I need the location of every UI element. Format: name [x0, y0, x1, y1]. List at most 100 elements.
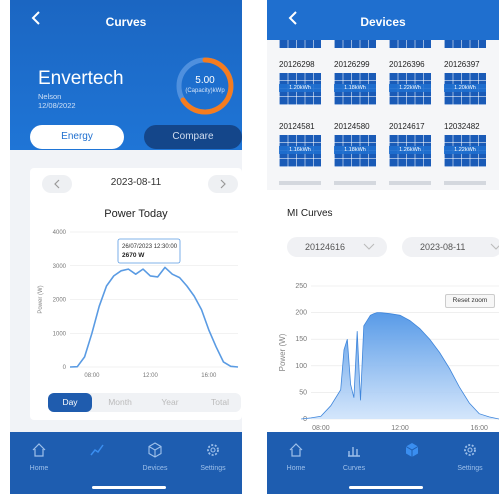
device-energy: 1.18kWh	[334, 146, 376, 154]
device-tile[interactable]: 20126396 1.22kWh	[389, 60, 433, 105]
tabbar-settings-label: Settings	[457, 465, 483, 472]
device-energy: 1.22kWh	[444, 146, 486, 154]
device-tile[interactable]: 20124617 1.26kWh	[389, 122, 433, 167]
section-title: MI Curves	[287, 208, 333, 219]
tabbar-home[interactable]: Home	[10, 432, 68, 482]
bottom-tab-bar: Home Curves Settings	[267, 432, 499, 494]
device-id: 20126299	[334, 60, 370, 69]
solar-panel-icon: 1.20kWh	[444, 73, 486, 105]
panel-strip	[279, 181, 321, 185]
capacity-label: (Capacity)kWp	[185, 88, 225, 94]
tab-day[interactable]: Day	[48, 393, 92, 412]
y-tick-label: 100	[295, 363, 307, 370]
y-tick-label: 50	[299, 389, 307, 396]
curve-chart-icon	[90, 444, 104, 456]
devices-screen: Devices 20126298 1.20kWh 20126299 1.18kW…	[267, 0, 499, 494]
device-id: 20124580	[334, 122, 370, 131]
device-energy: 1.16kWh	[279, 146, 321, 154]
energy-tab[interactable]: Energy	[30, 125, 124, 149]
tabbar-devices[interactable]	[383, 432, 441, 482]
tabbar-settings[interactable]: Settings	[441, 432, 499, 482]
device-tile[interactable]: 20124580 1.18kWh	[334, 122, 378, 167]
tooltip-box	[117, 238, 181, 264]
panel-strip	[389, 40, 431, 48]
curves-screen: Curves Envertech Nelson 12/08/2022 5.00 …	[10, 0, 242, 494]
page-title: Curves	[105, 15, 147, 29]
x-tick-label: 16:00	[201, 373, 217, 379]
tabbar-curves[interactable]	[68, 432, 126, 482]
home-icon	[289, 443, 303, 457]
bottom-tab-bar: Home Devices Settings	[10, 432, 242, 494]
plant-name: Envertech	[38, 68, 124, 89]
device-id: 20126396	[389, 60, 425, 69]
cube-icon	[148, 442, 162, 458]
y-tick-label: 1000	[53, 331, 67, 337]
device-tile[interactable]: 12032482 1.22kWh	[444, 122, 488, 167]
y-tick-label: 0	[303, 416, 307, 423]
y-tick-label: 3000	[53, 264, 67, 270]
y-axis-label: Power (W)	[38, 285, 44, 313]
device-select-value: 20124616	[305, 242, 346, 252]
y-tick-label: 4000	[53, 230, 67, 236]
device-tile[interactable]: 20126298 1.20kWh	[279, 60, 323, 105]
panel-strip	[444, 40, 486, 48]
solar-panel-icon: 1.18kWh	[334, 73, 376, 105]
y-tick-label: 2000	[53, 298, 67, 304]
gear-icon	[464, 444, 476, 456]
y-tick-label: 150	[295, 336, 307, 343]
solar-panel-icon: 1.20kWh	[279, 73, 321, 105]
chart-title: Power Today	[104, 208, 168, 220]
period-tabs: Day Month Year Total	[48, 393, 241, 412]
gear-icon	[207, 444, 219, 456]
compare-tab[interactable]: Compare	[144, 125, 242, 149]
device-energy: 1.22kWh	[389, 84, 431, 92]
x-tick-label: 08:00	[312, 425, 330, 432]
tab-total[interactable]: Total	[198, 393, 242, 412]
tabbar-devices[interactable]: Devices	[126, 432, 184, 482]
tooltip-time: 26/07/2023 12:30:00	[122, 244, 178, 250]
panel-strip	[334, 181, 376, 185]
tabbar-settings-label: Settings	[200, 465, 226, 472]
bar-chart-icon	[348, 447, 360, 457]
device-id: 12032482	[444, 122, 480, 131]
plant-date: 12/08/2022	[38, 101, 76, 110]
solar-panel-icon: 1.22kWh	[444, 135, 486, 167]
panel-strip	[389, 181, 431, 185]
date-select[interactable]: 2023-08-11	[402, 237, 499, 257]
tabbar-home-label: Home	[286, 465, 306, 472]
y-tick-label: 0	[63, 365, 67, 371]
home-icon	[32, 443, 46, 457]
capacity-value: 5.00	[195, 75, 215, 86]
x-tick-label: 12:00	[143, 373, 159, 379]
panel-strip	[334, 40, 376, 48]
power-today-chart[interactable]: 0 1000 2000 3000 4000 08:00 12:00 16:00 Power (W…	[30, 222, 242, 387]
solar-panel-icon: 1.22kWh	[389, 73, 431, 105]
series-line	[69, 266, 239, 368]
next-date-button[interactable]	[208, 175, 238, 193]
x-tick-label: 08:00	[84, 373, 100, 379]
tab-month[interactable]: Month	[98, 393, 142, 412]
tooltip-value: 2670 W	[122, 252, 145, 259]
tabbar-home-label: Home	[29, 465, 49, 472]
date-select-value: 2023-08-11	[420, 242, 466, 252]
chevron-down-icon	[363, 243, 375, 250]
device-tile[interactable]: 20126397 1.20kWh	[444, 60, 488, 105]
device-id: 20126397	[444, 60, 480, 69]
x-tick-label: 12:00	[391, 425, 409, 432]
device-id: 20124617	[389, 122, 425, 131]
device-select[interactable]: 20124616	[287, 237, 387, 257]
home-indicator	[92, 486, 166, 489]
device-energy: 1.18kWh	[334, 84, 376, 92]
tabbar-home[interactable]: Home	[267, 432, 325, 482]
device-energy: 1.20kWh	[279, 84, 321, 92]
device-tile[interactable]: 20126299 1.18kWh	[334, 60, 378, 105]
tab-year[interactable]: Year	[148, 393, 192, 412]
tabbar-curves-label: Curves	[342, 465, 366, 472]
device-id: 20126298	[279, 60, 315, 69]
chevron-down-icon	[490, 243, 499, 250]
tabbar-curves[interactable]: Curves	[325, 432, 383, 482]
tabbar-settings[interactable]: Settings	[184, 432, 242, 482]
reset-zoom-button[interactable]: Reset zoom	[445, 294, 495, 308]
device-tile[interactable]: 20124581 1.16kWh	[279, 122, 323, 167]
page-title: Devices	[360, 15, 406, 29]
